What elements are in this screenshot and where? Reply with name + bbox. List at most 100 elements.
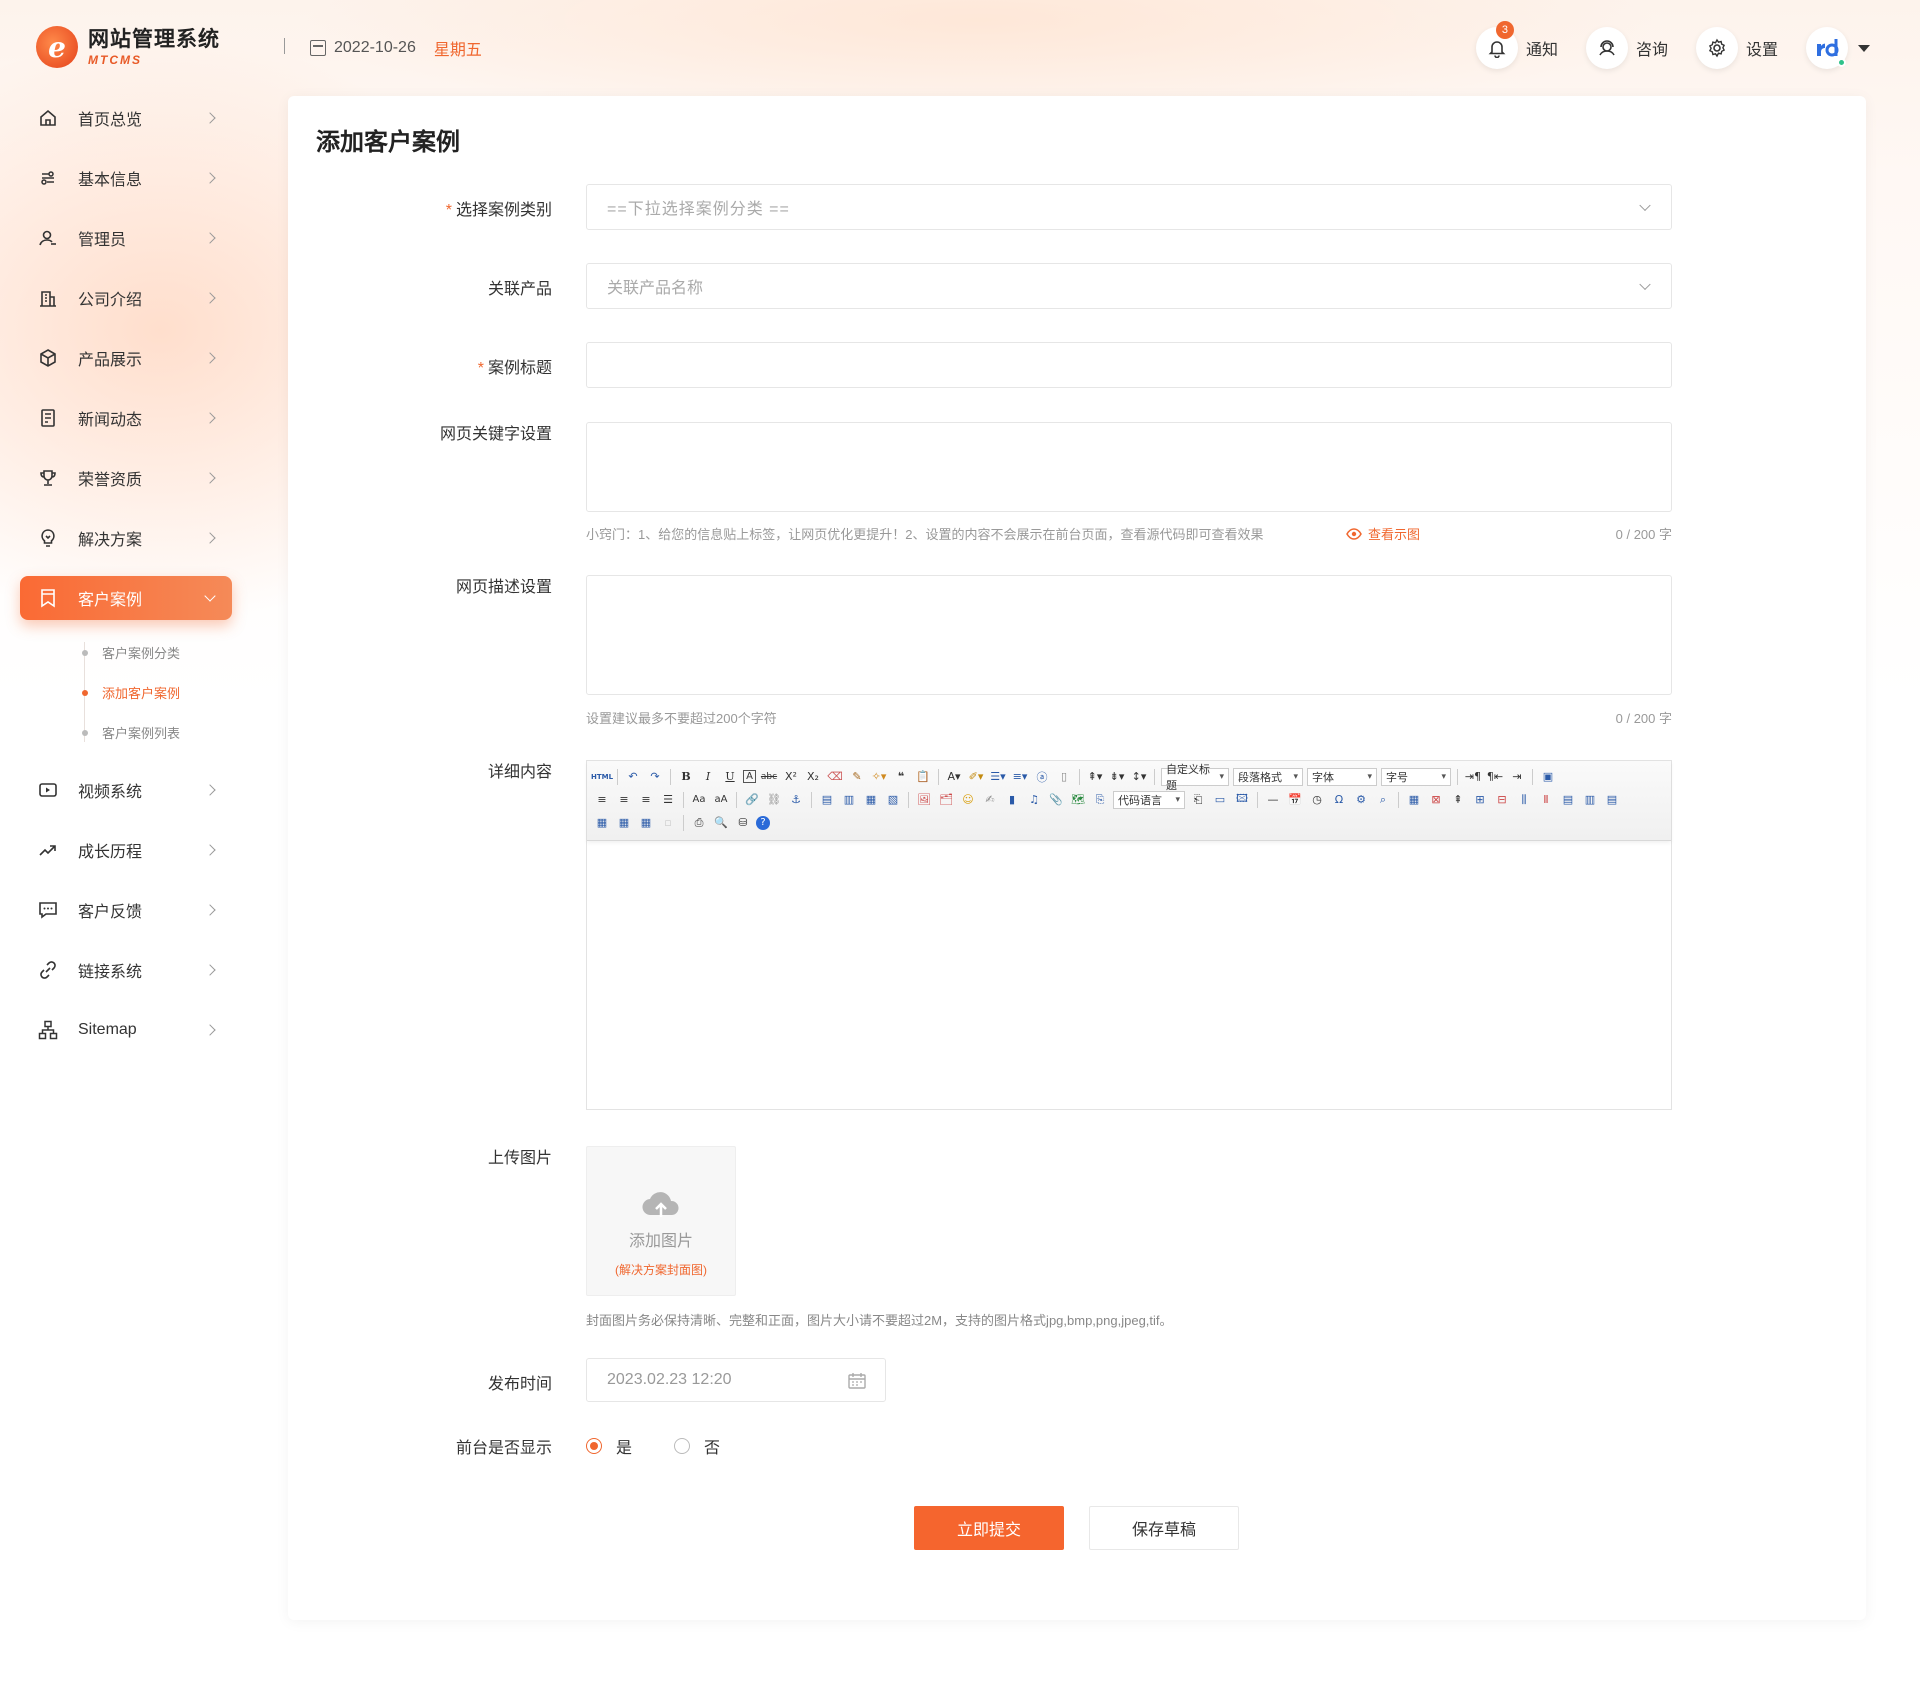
charts-icon[interactable]: ▫ (659, 814, 677, 832)
row-spacing-top-icon[interactable]: ⇞▾ (1086, 768, 1104, 786)
auto-format-icon[interactable]: ✧▾ (870, 768, 888, 786)
uppercase-icon[interactable]: Aa (690, 791, 708, 809)
lowercase-icon[interactable]: aA (712, 791, 730, 809)
submenu-item-case-list[interactable]: 客户案例列表 (80, 712, 232, 752)
delete-col-icon[interactable]: Ⅱ (1537, 791, 1555, 809)
delete-row-icon[interactable]: ⊟ (1493, 791, 1511, 809)
sidebar-item-video[interactable]: 视频系统 (20, 768, 232, 812)
submit-button[interactable]: 立即提交 (914, 1506, 1064, 1550)
strikethrough-icon[interactable]: abc (760, 768, 778, 786)
align-justify-icon[interactable]: ☰ (659, 791, 677, 809)
eraser-icon[interactable]: ⌫ (826, 768, 844, 786)
sidebar-item-home[interactable]: 首页总览 (20, 96, 232, 140)
anchor-icon[interactable]: ⚓ (787, 791, 805, 809)
publish-time-input[interactable]: 2023.02.23 12:20 (586, 1358, 886, 1402)
consult-button[interactable]: 咨询 (1585, 27, 1668, 69)
split-rows-icon[interactable]: ▦ (615, 814, 633, 832)
draft-icon[interactable]: ⛁ (734, 814, 752, 832)
template-icon[interactable]: ▭ (1211, 791, 1229, 809)
insert-para-before-table-icon[interactable]: ⇞ (1449, 791, 1467, 809)
notify-button[interactable]: 3 通知 (1475, 21, 1558, 69)
sidebar-item-links[interactable]: 链接系统 (20, 948, 232, 992)
sidebar-item-history[interactable]: 成长历程 (20, 828, 232, 872)
code-language-select[interactable]: 代码语言 (1113, 790, 1185, 809)
split-cells-icon[interactable]: ▦ (593, 814, 611, 832)
time-insert-icon[interactable]: ◷ (1308, 791, 1326, 809)
font-border-icon[interactable]: A (743, 770, 756, 783)
ltr-icon[interactable]: ⇥¶ (1464, 768, 1482, 786)
display-yes-radio[interactable] (586, 1438, 602, 1454)
music-icon[interactable]: ♫ (1025, 791, 1043, 809)
format-brush-icon[interactable]: ✎ (848, 768, 866, 786)
paragraph-format-select[interactable]: 段落格式 (1233, 767, 1303, 786)
editor-content-area[interactable] (587, 841, 1671, 1109)
fullscreen-icon[interactable]: ▣ (1539, 768, 1557, 786)
align-center-icon[interactable]: ≡ (615, 791, 633, 809)
custom-title-select[interactable]: 自定义标题 (1161, 764, 1229, 792)
image-left-icon[interactable]: ▥ (840, 791, 858, 809)
select-all-icon[interactable]: ⓐ (1033, 768, 1051, 786)
sidebar-item-basic-info[interactable]: 基本信息 (20, 156, 232, 200)
font-size-select[interactable]: 字号 (1381, 767, 1451, 786)
save-draft-button[interactable]: 保存草稿 (1089, 1506, 1239, 1550)
submenu-item-case-category[interactable]: 客户案例分类 (80, 632, 232, 672)
align-left-icon[interactable]: ≡ (593, 791, 611, 809)
attachment-icon[interactable]: 📎 (1047, 791, 1065, 809)
sidebar-item-admin[interactable]: 管理员 (20, 216, 232, 260)
avatar[interactable] (1806, 27, 1848, 69)
horizontal-rule-icon[interactable]: — (1264, 791, 1282, 809)
date-insert-icon[interactable]: 📅 (1286, 791, 1304, 809)
image-none-icon[interactable]: ▤ (818, 791, 836, 809)
map-icon[interactable]: 🗺 (1069, 791, 1087, 809)
ordered-list-icon[interactable]: ☰▾ (989, 768, 1007, 786)
unordered-list-icon[interactable]: ≡▾ (1011, 768, 1029, 786)
row-spacing-bottom-icon[interactable]: ⇟▾ (1108, 768, 1126, 786)
split-cols-icon[interactable]: ▦ (637, 814, 655, 832)
settings-button[interactable]: 设置 (1695, 27, 1778, 69)
font-color-icon[interactable]: A▾ (945, 768, 963, 786)
redo-icon[interactable]: ↷ (646, 768, 664, 786)
image-center-icon[interactable]: ▧ (884, 791, 902, 809)
title-input[interactable] (586, 342, 1672, 388)
image-right-icon[interactable]: ▦ (862, 791, 880, 809)
underline-icon[interactable]: U (721, 768, 739, 786)
insert-image-icon[interactable]: 🖼 (915, 791, 933, 809)
print-icon[interactable]: ⎙ (690, 814, 708, 832)
wordimage-icon[interactable]: ⚙ (1352, 791, 1370, 809)
display-no-label[interactable]: 否 (704, 1434, 720, 1458)
user-menu-caret-icon[interactable] (1858, 44, 1870, 52)
line-height-icon[interactable]: ↕▾ (1130, 768, 1148, 786)
submenu-item-add-case[interactable]: 添加客户案例 (80, 672, 232, 712)
align-right-icon[interactable]: ≡ (637, 791, 655, 809)
sidebar-item-company[interactable]: 公司介绍 (20, 276, 232, 320)
highlight-color-icon[interactable]: ✐▾ (967, 768, 985, 786)
insert-row-icon[interactable]: ⊞ (1471, 791, 1489, 809)
merge-down-icon[interactable]: ▤ (1603, 791, 1621, 809)
html-source-icon[interactable]: HTML (591, 768, 613, 786)
bold-icon[interactable]: B (677, 768, 695, 786)
insert-table-icon[interactable]: ▦ (1405, 791, 1423, 809)
view-example-link[interactable]: 查看示图 (1346, 524, 1420, 543)
indent-icon[interactable]: ⇥ (1508, 768, 1526, 786)
category-select[interactable]: ==下拉选择案例分类 == (586, 184, 1672, 230)
superscript-icon[interactable]: X² (782, 768, 800, 786)
scrawl-icon[interactable]: ✍ (981, 791, 999, 809)
undo-icon[interactable]: ↶ (624, 768, 642, 786)
keywords-textarea[interactable] (586, 422, 1672, 512)
special-chars-icon[interactable]: Ω (1330, 791, 1348, 809)
font-family-select[interactable]: 字体 (1307, 767, 1377, 786)
add-image-button[interactable]: 添加图片 (解决方案封面图) (586, 1146, 736, 1296)
display-no-radio[interactable] (674, 1438, 691, 1454)
rtl-icon[interactable]: ¶⇤ (1486, 768, 1504, 786)
insert-code-icon[interactable]: ⎘ (1091, 791, 1109, 809)
sidebar-item-feedback[interactable]: 客户反馈 (20, 888, 232, 932)
unlink-icon[interactable]: ⛓ (765, 791, 783, 809)
search-replace-icon[interactable]: ⌕ (1374, 791, 1392, 809)
merge-cells-icon[interactable]: ▤ (1559, 791, 1577, 809)
product-select[interactable]: 关联产品名称 (586, 263, 1672, 309)
app-logo[interactable]: e 网站管理系统 MTCMS (36, 22, 226, 72)
sidebar-item-solutions[interactable]: 解决方案 (20, 516, 232, 560)
help-icon[interactable]: ? (756, 815, 770, 830)
sidebar-item-news[interactable]: 新闻动态 (20, 396, 232, 440)
sidebar-item-products[interactable]: 产品展示 (20, 336, 232, 380)
